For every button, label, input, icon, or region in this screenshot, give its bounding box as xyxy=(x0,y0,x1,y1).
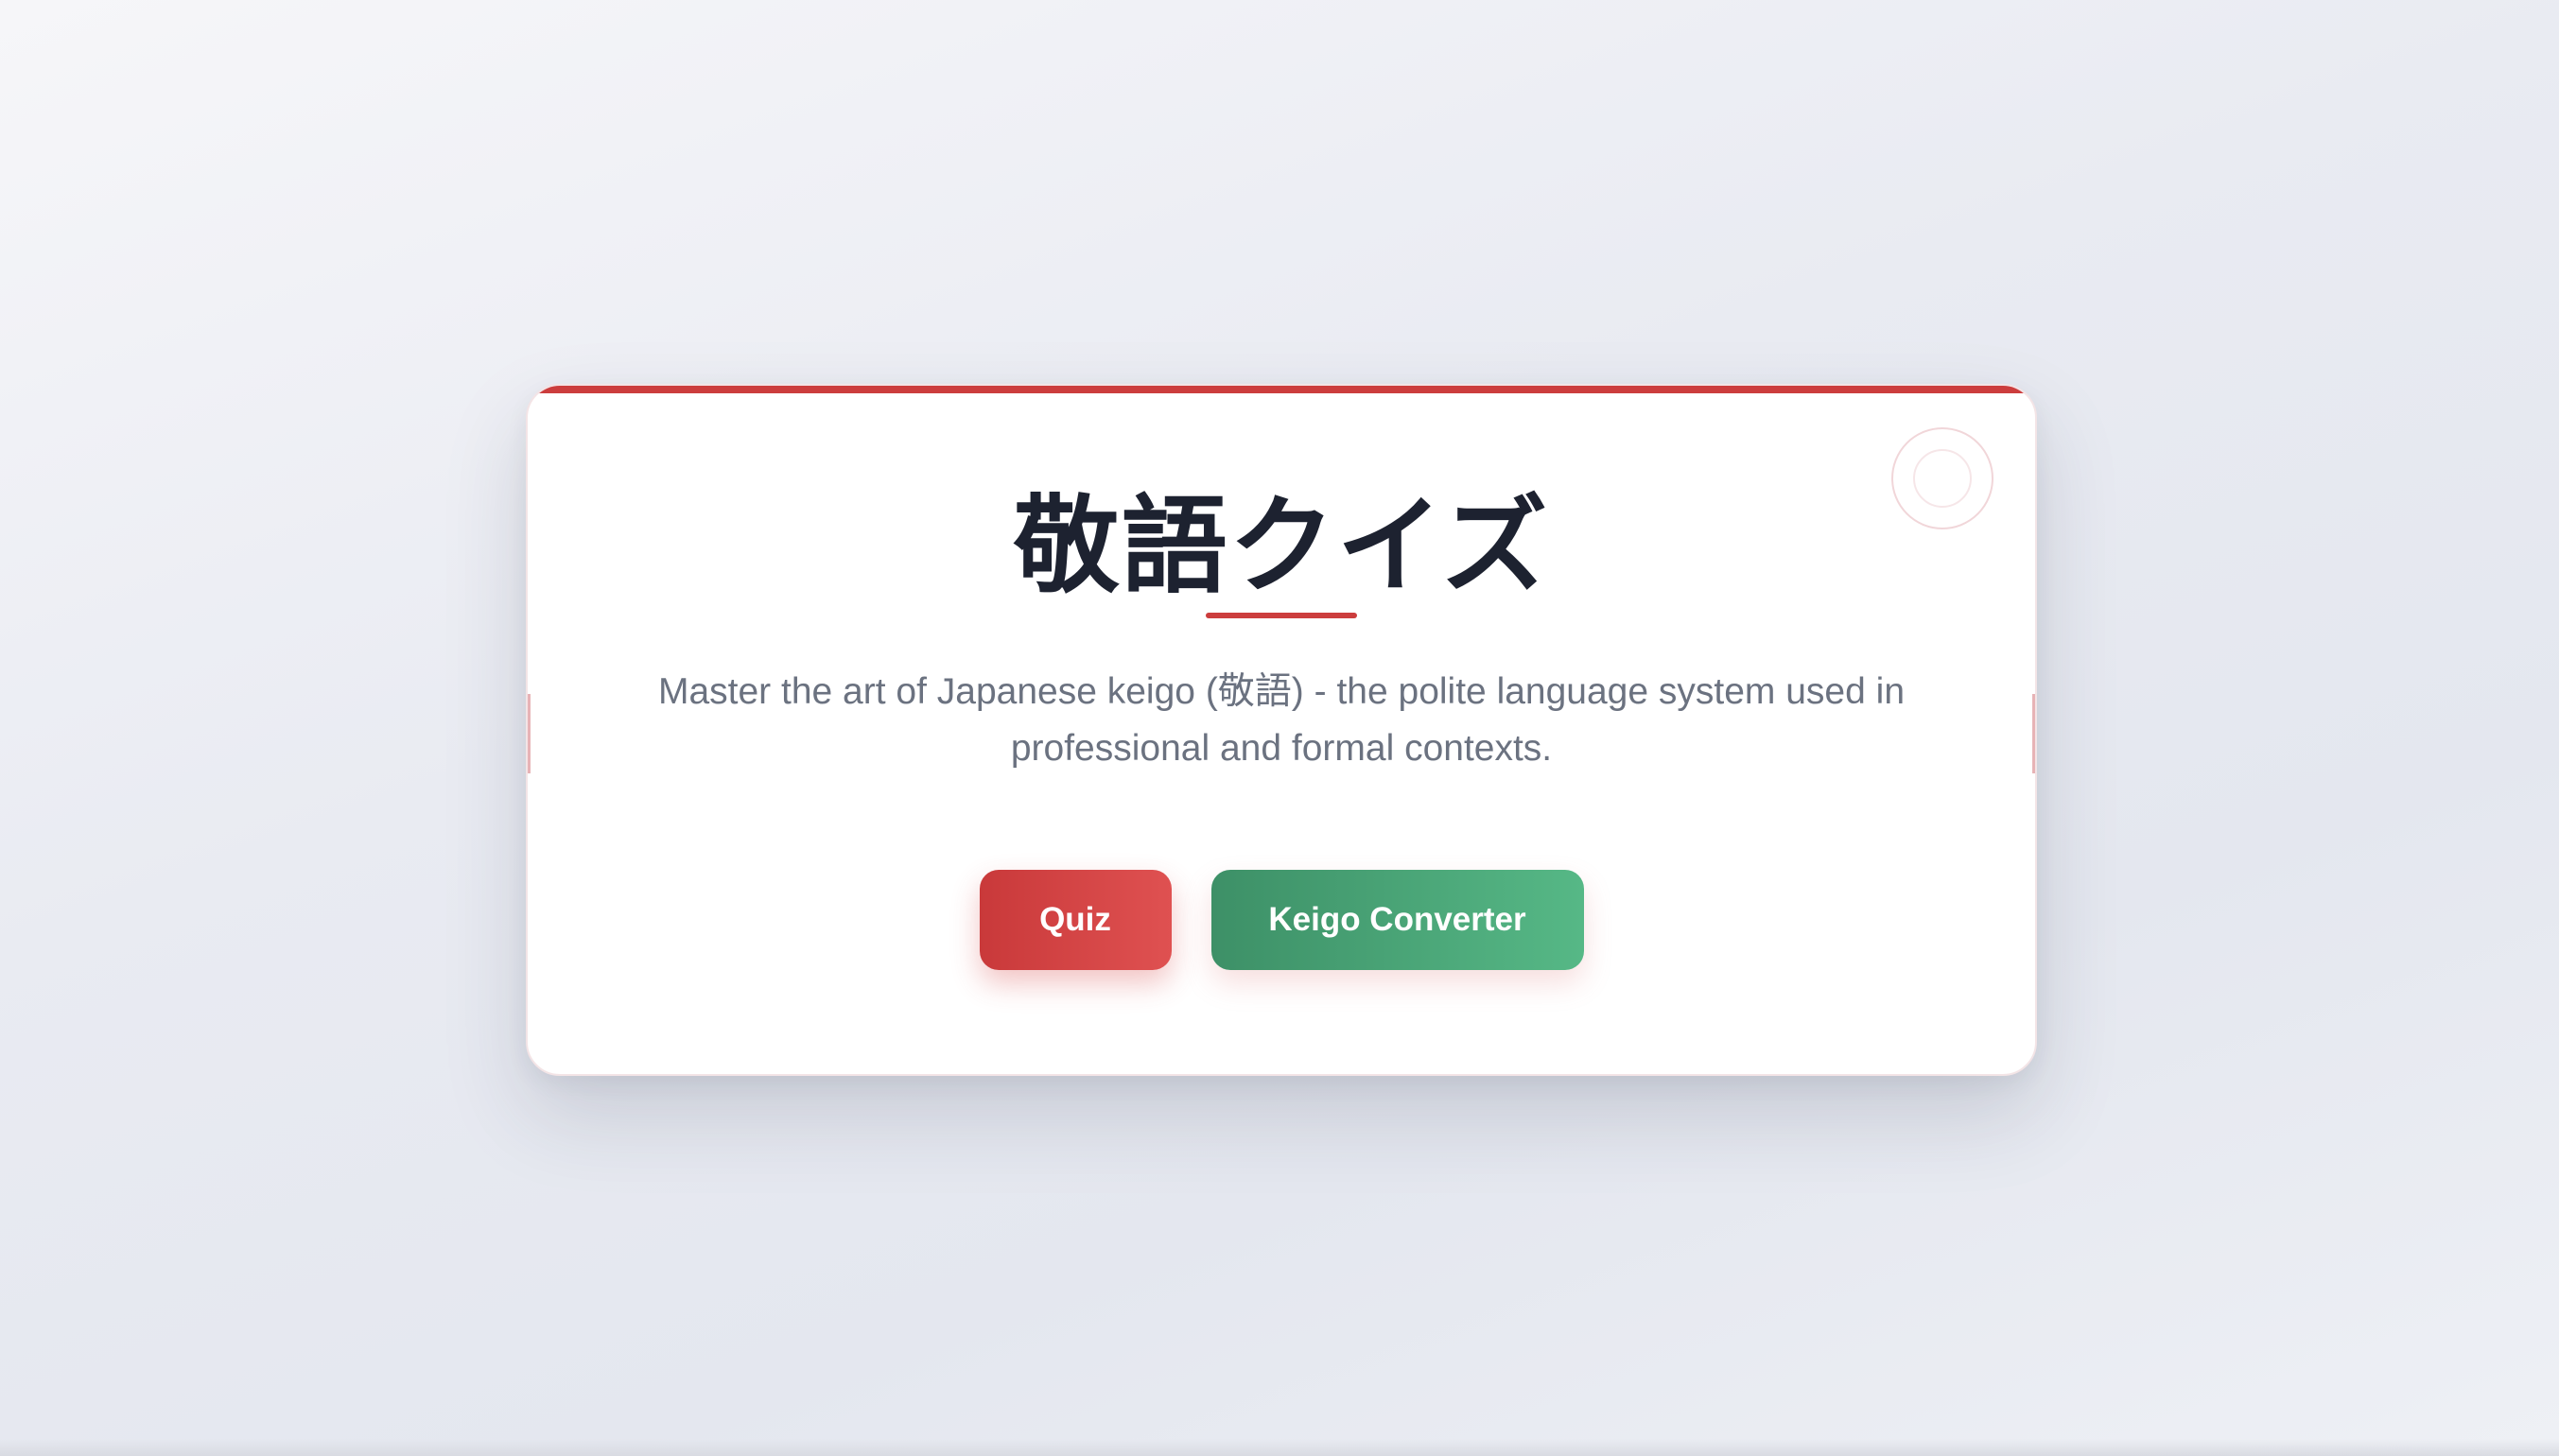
page-title: 敬語クイズ xyxy=(1013,485,1550,608)
action-buttons: Quiz Keigo Converter xyxy=(528,870,2035,970)
card-left-accent xyxy=(528,694,531,773)
intro-card: 敬語クイズ Master the art of Japanese keigo (… xyxy=(526,384,2037,1076)
page-description: Master the art of Japanese keigo (敬語) - … xyxy=(657,671,1906,769)
quiz-button[interactable]: Quiz xyxy=(979,870,1172,970)
keigo-converter-button[interactable]: Keigo Converter xyxy=(1210,870,1584,970)
card-accent-bar xyxy=(528,386,2035,393)
title-underline xyxy=(1206,613,1357,618)
page-bottom-edge xyxy=(0,1439,2559,1456)
card-right-accent xyxy=(2032,694,2035,773)
